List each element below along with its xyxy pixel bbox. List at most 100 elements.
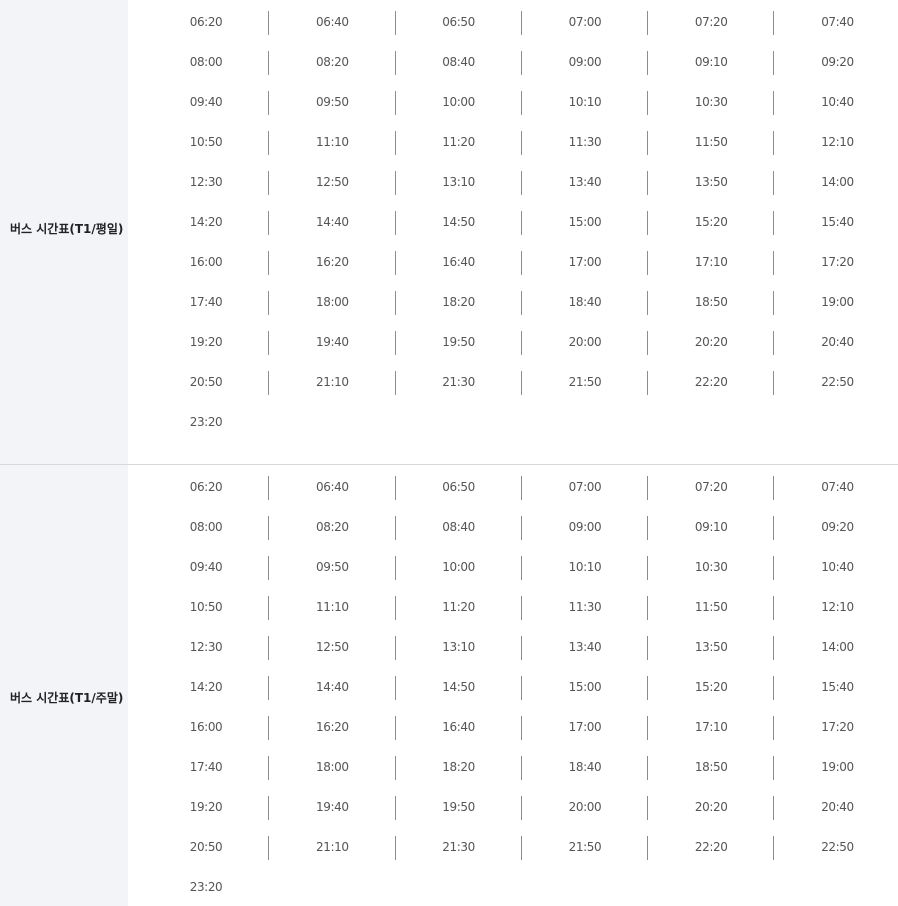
timetable-section-weekday: 버스 시간표(T1/평일) 06:20 06:40 06:50 07:00 07:20 0… bbox=[0, 0, 898, 464]
departure-time: 14:40 bbox=[316, 215, 349, 229]
departure-time: 09:10 bbox=[694, 520, 728, 534]
departure-time: 15:40 bbox=[821, 215, 854, 229]
timetable-cell: 15:40 bbox=[775, 665, 898, 705]
departure-time: 11:10 bbox=[316, 600, 349, 614]
departure-time: 06:40 bbox=[316, 15, 349, 29]
departure-time: 11:30 bbox=[568, 600, 602, 614]
departure-time: 06:20 bbox=[189, 480, 223, 494]
timetable-cell: 15:20 bbox=[649, 665, 775, 705]
timetable-cell: 17:40 bbox=[144, 280, 270, 320]
timetable-cell: 16:20 bbox=[270, 240, 396, 280]
departure-time: 06:50 bbox=[442, 15, 475, 29]
departure-time: 07:00 bbox=[568, 15, 602, 29]
departure-time: 09:10 bbox=[694, 55, 728, 69]
departure-time: 09:00 bbox=[568, 55, 602, 69]
timetable-cell: 12:50 bbox=[270, 625, 396, 665]
timetable-cell: 23:20 bbox=[144, 400, 270, 440]
timetable-cell: 19:00 bbox=[775, 280, 898, 320]
departure-time: 19:50 bbox=[442, 335, 475, 349]
timetable-cell: 18:00 bbox=[270, 745, 396, 785]
departure-time: 15:00 bbox=[568, 215, 602, 229]
timetable-row: 17:40 18:00 18:20 18:40 18:50 19:00 bbox=[144, 745, 898, 785]
departure-time: 17:40 bbox=[189, 295, 223, 309]
departure-time: 09:40 bbox=[189, 95, 223, 109]
timetable-cell: 06:20 bbox=[144, 0, 270, 40]
departure-time: 18:00 bbox=[316, 295, 349, 309]
departure-time: 17:10 bbox=[694, 255, 728, 269]
timetable-cell: 07:40 bbox=[775, 465, 898, 505]
timetable-cell: 11:10 bbox=[270, 585, 396, 625]
timetable-cell: 23:20 bbox=[144, 865, 270, 905]
timetable-cell: 09:50 bbox=[270, 545, 396, 585]
departure-time: 20:50 bbox=[189, 840, 223, 854]
timetable-cell: 14:50 bbox=[397, 200, 523, 240]
departure-time: 22:50 bbox=[821, 375, 854, 389]
departure-time: 14:20 bbox=[189, 680, 223, 694]
departure-time: 13:10 bbox=[442, 175, 475, 189]
departure-time: 15:40 bbox=[821, 680, 854, 694]
bus-timetable-page: 버스 시간표(T1/평일) 06:20 06:40 06:50 07:00 07:20 0… bbox=[0, 0, 898, 906]
departure-time: 10:50 bbox=[189, 600, 223, 614]
departure-time: 20:00 bbox=[568, 800, 602, 814]
departure-time: 08:00 bbox=[189, 55, 223, 69]
timetable-cell: 13:10 bbox=[397, 625, 523, 665]
departure-time: 14:40 bbox=[316, 680, 349, 694]
departure-time: 14:20 bbox=[189, 215, 223, 229]
departure-time: 10:30 bbox=[694, 560, 728, 574]
departure-time: 20:40 bbox=[821, 800, 854, 814]
departure-time: 07:00 bbox=[568, 480, 602, 494]
timetable-cell: 12:30 bbox=[144, 160, 270, 200]
timetable-cell: 09:40 bbox=[144, 545, 270, 585]
timetable-cell: 14:20 bbox=[144, 200, 270, 240]
timetable-cell: 07:20 bbox=[649, 0, 775, 40]
departure-time: 20:00 bbox=[568, 335, 602, 349]
timetable-cell: 08:20 bbox=[270, 505, 396, 545]
timetable-cell: 12:50 bbox=[270, 160, 396, 200]
timetable-cell: 16:20 bbox=[270, 705, 396, 745]
timetable-cell: 11:50 bbox=[649, 120, 775, 160]
timetable-row: 12:30 12:50 13:10 13:40 13:50 14:00 bbox=[144, 160, 898, 200]
timetable-cell: 08:20 bbox=[270, 40, 396, 80]
departure-time: 11:20 bbox=[442, 600, 475, 614]
timetable-cell: 11:20 bbox=[397, 585, 523, 625]
departure-time: 19:00 bbox=[821, 760, 854, 774]
timetable-cell: 17:10 bbox=[649, 705, 775, 745]
departure-time: 06:40 bbox=[316, 480, 349, 494]
timetable-cell: 12:10 bbox=[775, 120, 898, 160]
timetable-label: 버스 시간표(T1/주말) bbox=[10, 691, 124, 705]
departure-time: 18:00 bbox=[316, 760, 349, 774]
departure-time: 16:00 bbox=[189, 255, 223, 269]
departure-time: 22:20 bbox=[694, 840, 728, 854]
timetable-cell: 09:10 bbox=[649, 40, 775, 80]
departure-time: 20:50 bbox=[189, 375, 223, 389]
timetable-cell: 10:40 bbox=[775, 545, 898, 585]
timetable-row: 09:40 09:50 10:00 10:10 10:30 10:40 bbox=[144, 80, 898, 120]
departure-time: 09:20 bbox=[821, 520, 854, 534]
timetable-cell: 10:50 bbox=[144, 120, 270, 160]
timetable-section-weekend: 버스 시간표(T1/주말) 06:20 06:40 06:50 07:00 07:20 0… bbox=[0, 465, 898, 906]
departure-time: 07:40 bbox=[821, 15, 854, 29]
timetable-cell: 15:40 bbox=[775, 200, 898, 240]
timetable-cell: 14:00 bbox=[775, 160, 898, 200]
departure-time: 10:40 bbox=[821, 560, 854, 574]
timetable-cell: 19:40 bbox=[270, 320, 396, 360]
timetable-row: 16:00 16:20 16:40 17:00 17:10 17:20 bbox=[144, 705, 898, 745]
timetable-label: 버스 시간표(T1/평일) bbox=[10, 222, 124, 236]
timetable-cell: 20:20 bbox=[649, 785, 775, 825]
timetable-cell: 16:00 bbox=[144, 705, 270, 745]
departure-time: 18:40 bbox=[568, 295, 602, 309]
timetable-cell: 13:10 bbox=[397, 160, 523, 200]
timetable-cell: 13:40 bbox=[523, 625, 649, 665]
departure-time: 20:40 bbox=[821, 335, 854, 349]
departure-time: 09:40 bbox=[189, 560, 223, 574]
timetable-cell: 18:20 bbox=[397, 745, 523, 785]
timetable-cell: 19:50 bbox=[397, 320, 523, 360]
timetable-cell: 09:40 bbox=[144, 80, 270, 120]
timetable-cell: 16:40 bbox=[397, 705, 523, 745]
timetable-row: 14:20 14:40 14:50 15:00 15:20 15:40 bbox=[144, 200, 898, 240]
timetable-cell: 10:10 bbox=[523, 80, 649, 120]
timetable-row: 19:20 19:40 19:50 20:00 20:20 20:40 bbox=[144, 785, 898, 825]
departure-time: 21:50 bbox=[568, 840, 602, 854]
departure-time: 13:50 bbox=[694, 640, 728, 654]
timetable-cell: 15:20 bbox=[649, 200, 775, 240]
